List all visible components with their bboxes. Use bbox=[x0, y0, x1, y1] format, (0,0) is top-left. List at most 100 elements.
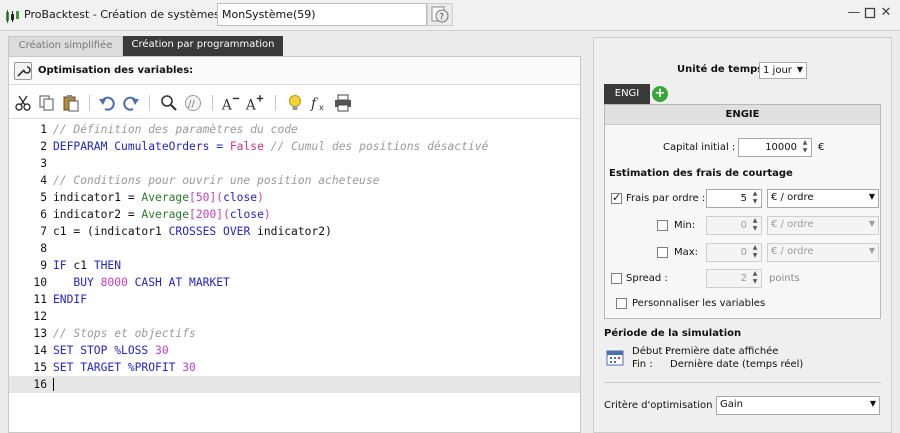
code-line[interactable]: 6 indicator2 = Average[200](close) bbox=[9, 206, 580, 223]
stock-tab-engi[interactable]: ENGI bbox=[604, 84, 650, 104]
code-token: indicator1 = bbox=[53, 191, 142, 204]
start-date-value[interactable]: Première date affichée bbox=[665, 346, 778, 357]
code-text: indicator2 = Average[200](close) bbox=[53, 206, 271, 223]
toolbar-separator bbox=[89, 95, 90, 111]
code-line[interactable]: 10 BUY 8000 CASH AT MARKET bbox=[9, 274, 580, 291]
custom-variables-label: Personnaliser les variables bbox=[632, 298, 766, 309]
max-fee-checkbox[interactable] bbox=[657, 247, 668, 258]
tab-simplified-creation[interactable]: Création simplifiée bbox=[8, 36, 123, 56]
code-line[interactable]: 12 bbox=[9, 308, 580, 325]
spread-label: Spread : bbox=[626, 273, 668, 284]
spinner-arrows-icon[interactable]: ▲ ▼ bbox=[750, 217, 760, 234]
add-stock-button[interactable]: + bbox=[652, 86, 668, 102]
minimize-icon[interactable]: — bbox=[847, 6, 861, 20]
help-button[interactable]: ? bbox=[427, 3, 453, 26]
max-fee-input[interactable]: 0 ▲ ▼ bbox=[706, 243, 762, 262]
code-text: SET TARGET %PROFIT 30 bbox=[53, 359, 196, 376]
code-token: // Conditions pour ouvrir une position a… bbox=[53, 174, 380, 187]
code-text: SET STOP %LOSS 30 bbox=[53, 342, 169, 359]
spinner-arrows-icon[interactable]: ▲ ▼ bbox=[750, 190, 760, 207]
code-line[interactable]: 9 IF c1 THEN bbox=[9, 257, 580, 274]
timeframe-select[interactable]: 1 jour ▼ bbox=[759, 62, 807, 79]
code-line[interactable]: 4 // Conditions pour ouvrir une position … bbox=[9, 172, 580, 189]
code-line[interactable]: 8 bbox=[9, 240, 580, 257]
capital-input[interactable]: 10000 ▲ ▼ bbox=[738, 138, 812, 157]
code-panel: Optimisation des variables: // A A f x 1… bbox=[8, 56, 581, 433]
code-line[interactable]: 2 DEFPARAM CumulateOrders = False // Cumu… bbox=[9, 138, 580, 155]
calendar-icon[interactable] bbox=[606, 348, 624, 366]
function-icon[interactable]: f x bbox=[309, 94, 329, 112]
variables-optimization-header[interactable]: Optimisation des variables: bbox=[9, 57, 580, 85]
optimization-criterion-select[interactable]: Gain ▼ bbox=[716, 396, 880, 415]
search-icon[interactable] bbox=[159, 94, 179, 112]
maximize-icon[interactable] bbox=[863, 6, 877, 20]
code-line[interactable]: 1 // Définition des paramètres du code bbox=[9, 121, 580, 138]
code-token: ) bbox=[263, 208, 271, 221]
fee-per-order-unit-select[interactable]: € / ordre ▼ bbox=[767, 189, 879, 208]
code-editor[interactable]: 1 // Définition des paramètres du code 2 DE… bbox=[9, 121, 580, 432]
code-token: SET TARGET %PROFIT bbox=[53, 361, 183, 374]
spinner-arrows-icon[interactable]: ▲ ▼ bbox=[800, 139, 810, 156]
end-date-value[interactable]: Dernière date (temps réel) bbox=[670, 359, 803, 370]
custom-variables-checkbox[interactable] bbox=[616, 298, 627, 309]
line-number: 11 bbox=[33, 293, 47, 306]
line-number: 5 bbox=[40, 191, 47, 204]
min-fee-unit-select[interactable]: € / ordre ▼ bbox=[767, 216, 879, 235]
plus-icon: + bbox=[654, 86, 666, 101]
undo-icon[interactable] bbox=[97, 94, 117, 112]
min-fee-input[interactable]: 0 ▲ ▼ bbox=[706, 216, 762, 235]
code-token: Average bbox=[141, 208, 190, 221]
paste-icon[interactable] bbox=[61, 94, 81, 112]
code-text: BUY 8000 CASH AT MARKET bbox=[53, 274, 229, 291]
code-token: [ bbox=[189, 208, 196, 221]
code-token: // Stops et objectifs bbox=[53, 327, 196, 340]
decrease-font-icon[interactable]: A bbox=[221, 94, 241, 112]
code-line[interactable]: 11 ENDIF bbox=[9, 291, 580, 308]
code-line[interactable]: 7 c1 = (indicator1 CROSSES OVER indicator… bbox=[9, 223, 580, 240]
copy-icon[interactable] bbox=[37, 94, 57, 112]
section-title: Optimisation des variables: bbox=[38, 65, 194, 76]
svg-text:A: A bbox=[245, 97, 256, 112]
code-text: IF c1 THEN bbox=[53, 257, 121, 274]
code-line[interactable]: 13 // Stops et objectifs bbox=[9, 325, 580, 342]
chevron-down-icon: ▼ bbox=[868, 246, 875, 255]
spinner-arrows-icon[interactable]: ▲ ▼ bbox=[750, 270, 760, 287]
redo-icon[interactable] bbox=[121, 94, 141, 112]
code-token: close bbox=[229, 208, 264, 221]
wrench-icon[interactable] bbox=[14, 62, 32, 80]
cut-icon[interactable] bbox=[13, 94, 33, 112]
tab-programming-creation[interactable]: Création par programmation bbox=[123, 36, 283, 56]
code-line[interactable]: 14 SET STOP %LOSS 30 bbox=[9, 342, 580, 359]
code-token: False bbox=[229, 140, 264, 153]
lightbulb-icon[interactable] bbox=[285, 94, 305, 112]
code-line[interactable]: 16 bbox=[9, 376, 580, 393]
code-line[interactable]: 5 indicator1 = Average[50](close) bbox=[9, 189, 580, 206]
system-name-field[interactable]: MonSystème(59) bbox=[217, 3, 427, 26]
code-line[interactable]: 15 SET TARGET %PROFIT 30 bbox=[9, 359, 580, 376]
code-line[interactable]: 3 bbox=[9, 155, 580, 172]
code-token: c1 = (indicator1 bbox=[53, 225, 169, 238]
spread-checkbox[interactable] bbox=[611, 273, 622, 284]
chevron-down-icon: ▼ bbox=[796, 65, 803, 74]
code-token: 200 bbox=[195, 208, 217, 221]
fee-per-order-checkbox[interactable] bbox=[611, 191, 622, 204]
spinner-arrows-icon[interactable]: ▲ ▼ bbox=[750, 244, 760, 261]
title-bar: ProBacktest - Création de systèmes de tr… bbox=[0, 0, 900, 31]
stock-settings-box: ENGIE Capital initial : 10000 ▲ ▼ € Estim… bbox=[604, 104, 881, 319]
increase-font-icon[interactable]: A bbox=[245, 94, 265, 112]
max-fee-value: 0 bbox=[740, 247, 747, 258]
app-icon bbox=[6, 10, 19, 23]
close-icon[interactable]: ✕ bbox=[879, 6, 893, 20]
max-fee-unit-select[interactable]: € / ordre ▼ bbox=[767, 243, 879, 262]
fee-per-order-label: Frais par ordre : bbox=[626, 193, 706, 204]
code-token: DEFPARAM bbox=[53, 140, 108, 153]
code-token: 50 bbox=[195, 191, 210, 204]
print-icon[interactable] bbox=[333, 94, 353, 112]
fee-per-order-input[interactable]: 5 ▲ ▼ bbox=[706, 189, 762, 208]
settings-panel: Unité de temps : 1 jour ▼ ENGI + ENGIE C… bbox=[593, 37, 892, 433]
fees-title: Estimation des frais de courtage bbox=[609, 168, 793, 179]
code-token: IF bbox=[53, 259, 67, 272]
comment-icon[interactable]: // bbox=[183, 94, 203, 112]
spread-input[interactable]: 2 ▲ ▼ bbox=[706, 269, 762, 288]
min-fee-checkbox[interactable] bbox=[657, 220, 668, 231]
